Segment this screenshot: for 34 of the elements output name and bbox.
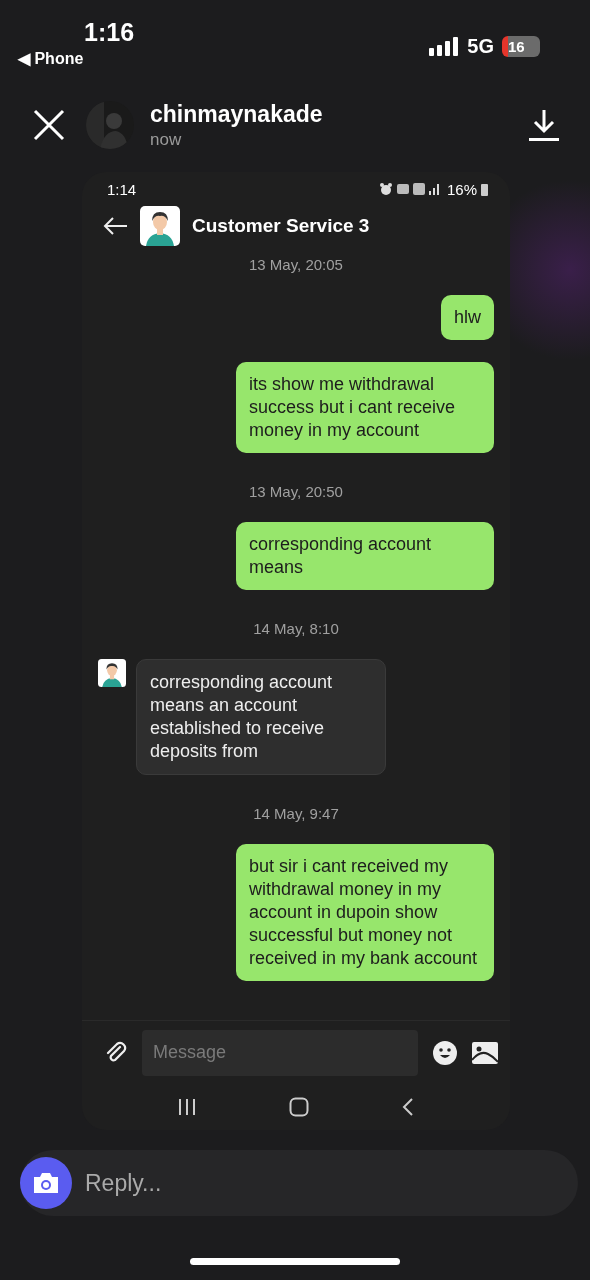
reply-field[interactable]: Reply...: [20, 1150, 578, 1216]
back-arrow-icon[interactable]: [102, 216, 128, 236]
network-type: 5G: [467, 34, 494, 58]
download-icon[interactable]: [528, 108, 560, 142]
camera-icon: [32, 1171, 60, 1195]
recent-apps-icon[interactable]: [178, 1098, 197, 1116]
date-separator: 14 May, 8:10: [253, 620, 339, 637]
image-icon[interactable]: [472, 1041, 498, 1064]
post-time: now: [150, 129, 183, 150]
sent-message: corresponding account means: [236, 522, 494, 590]
sent-message: but sir i cant received my withdrawal money in my account in dupoin show successful but money not received in my bank account: [236, 844, 494, 981]
alarm-icon: [378, 182, 393, 196]
home-icon[interactable]: [289, 1097, 309, 1117]
clock: 1:14: [107, 180, 137, 198]
close-icon[interactable]: [32, 108, 66, 142]
clock: 1:16: [84, 18, 135, 47]
chat-title: Customer Service 3: [192, 215, 370, 237]
back-to-app-link[interactable]: ◀ Phone: [18, 49, 84, 68]
received-message: corresponding account means an account established to receive deposits from: [136, 659, 386, 775]
sent-message: its show me withdrawal success but i cant receive money in my account: [236, 362, 494, 453]
date-separator: 13 May, 20:50: [249, 483, 343, 500]
battery-icon: [481, 182, 488, 196]
signal-icon: [429, 36, 460, 56]
battery-percent: 16%: [446, 180, 477, 198]
agent-avatar-icon: [140, 206, 180, 246]
battery-level: 16: [502, 35, 540, 57]
date-separator: 13 May, 20:05: [249, 256, 343, 273]
sent-message: hlw: [441, 295, 494, 340]
smiley-icon[interactable]: [432, 1039, 458, 1066]
back-icon[interactable]: [401, 1097, 414, 1117]
agent-avatar-icon: [98, 659, 126, 687]
date-separator: 14 May, 9:47: [253, 805, 339, 822]
username[interactable]: chinmaynakade: [150, 100, 508, 128]
message-field[interactable]: Message: [142, 1029, 418, 1076]
